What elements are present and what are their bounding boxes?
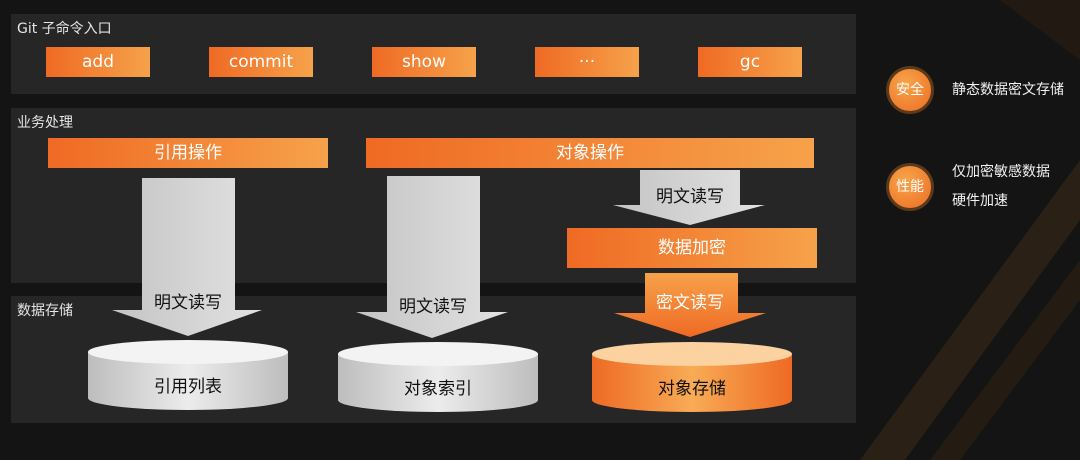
obj-store-label: 对象存储 (658, 379, 726, 399)
ref-list-label: 引用列表 (154, 377, 222, 397)
performance-badge: 性能 (886, 163, 934, 211)
security-badge: 安全 (886, 66, 934, 114)
obj-index-label: 对象索引 (404, 379, 472, 399)
performance-text-1: 仅加密敏感数据 (952, 164, 1050, 180)
security-text: 静态数据密文存储 (952, 82, 1064, 98)
performance-text-2: 硬件加速 (952, 193, 1008, 209)
